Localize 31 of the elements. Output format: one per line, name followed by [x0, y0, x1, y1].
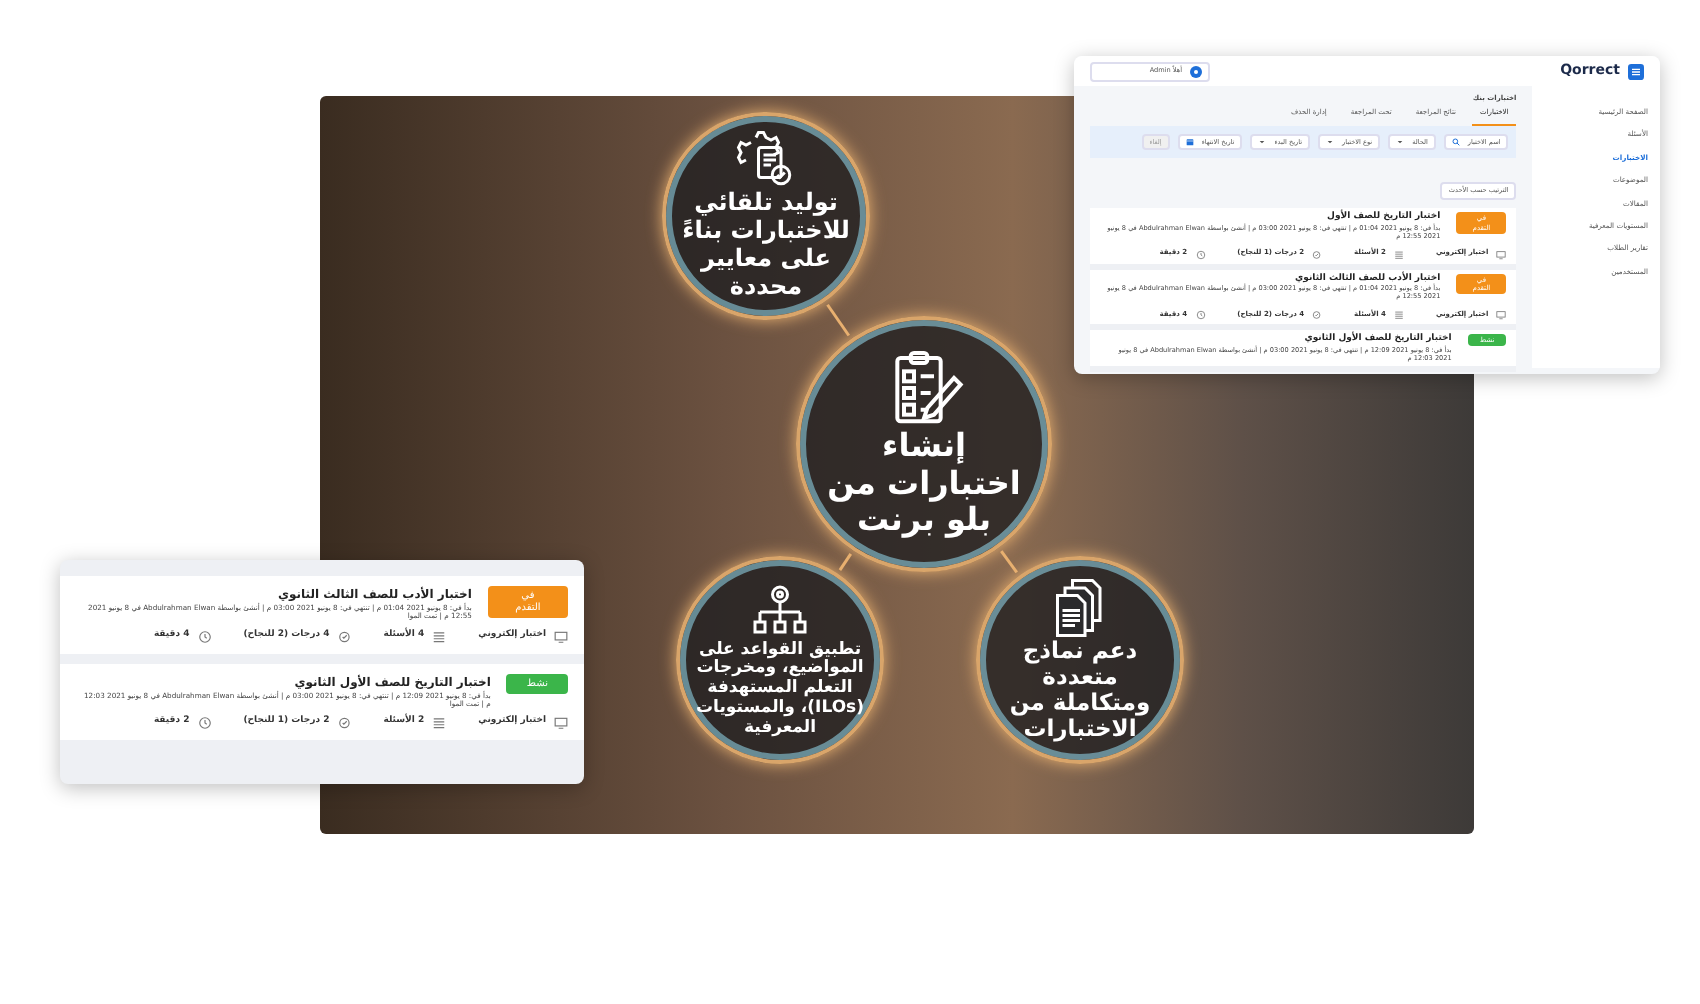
- avatar-icon: [1190, 65, 1202, 77]
- list-icon: [1393, 249, 1404, 260]
- list-icon: [432, 629, 447, 644]
- badge-icon: [337, 716, 352, 731]
- connector-line: [826, 303, 851, 337]
- list-icon: [432, 716, 447, 731]
- badge-icon: [337, 629, 352, 644]
- caret-icon: [1396, 137, 1405, 146]
- connector-line: [838, 553, 853, 571]
- clock-icon: [197, 629, 212, 644]
- clock-icon: [1195, 249, 1206, 260]
- monitor-icon: [1496, 249, 1507, 260]
- caret-icon: [1326, 137, 1335, 146]
- clock-icon: [1195, 310, 1206, 320]
- connector-line: [1000, 550, 1018, 574]
- list-icon: [1393, 310, 1404, 320]
- search-icon: [1451, 137, 1460, 146]
- feature-text: دعم نماذج متعددة ومتكاملة من الاختبارات: [1007, 637, 1153, 743]
- monitor-icon: [1496, 310, 1507, 320]
- clock-icon: [197, 716, 212, 731]
- badge-icon: [1312, 310, 1323, 320]
- feature-text: تطبيق القواعد على المواضيع، ومخرجات التعلم المستهدفة (ILOs)، والمستويات المعرفية: [694, 641, 866, 739]
- monitor-icon: [554, 716, 568, 731]
- calendar-icon: [1185, 137, 1194, 146]
- monitor-icon: [554, 629, 568, 644]
- feature-text: توليد تلقائي للاختبارات بناءً على معايير محددة: [682, 190, 850, 302]
- badge-icon: [1312, 249, 1323, 260]
- menu-icon: [1628, 63, 1644, 79]
- caret-icon: [1258, 137, 1267, 146]
- feature-text: إنشاء اختبارات من بلو برنت: [825, 428, 1023, 540]
- gear-document-icon: [736, 130, 796, 191]
